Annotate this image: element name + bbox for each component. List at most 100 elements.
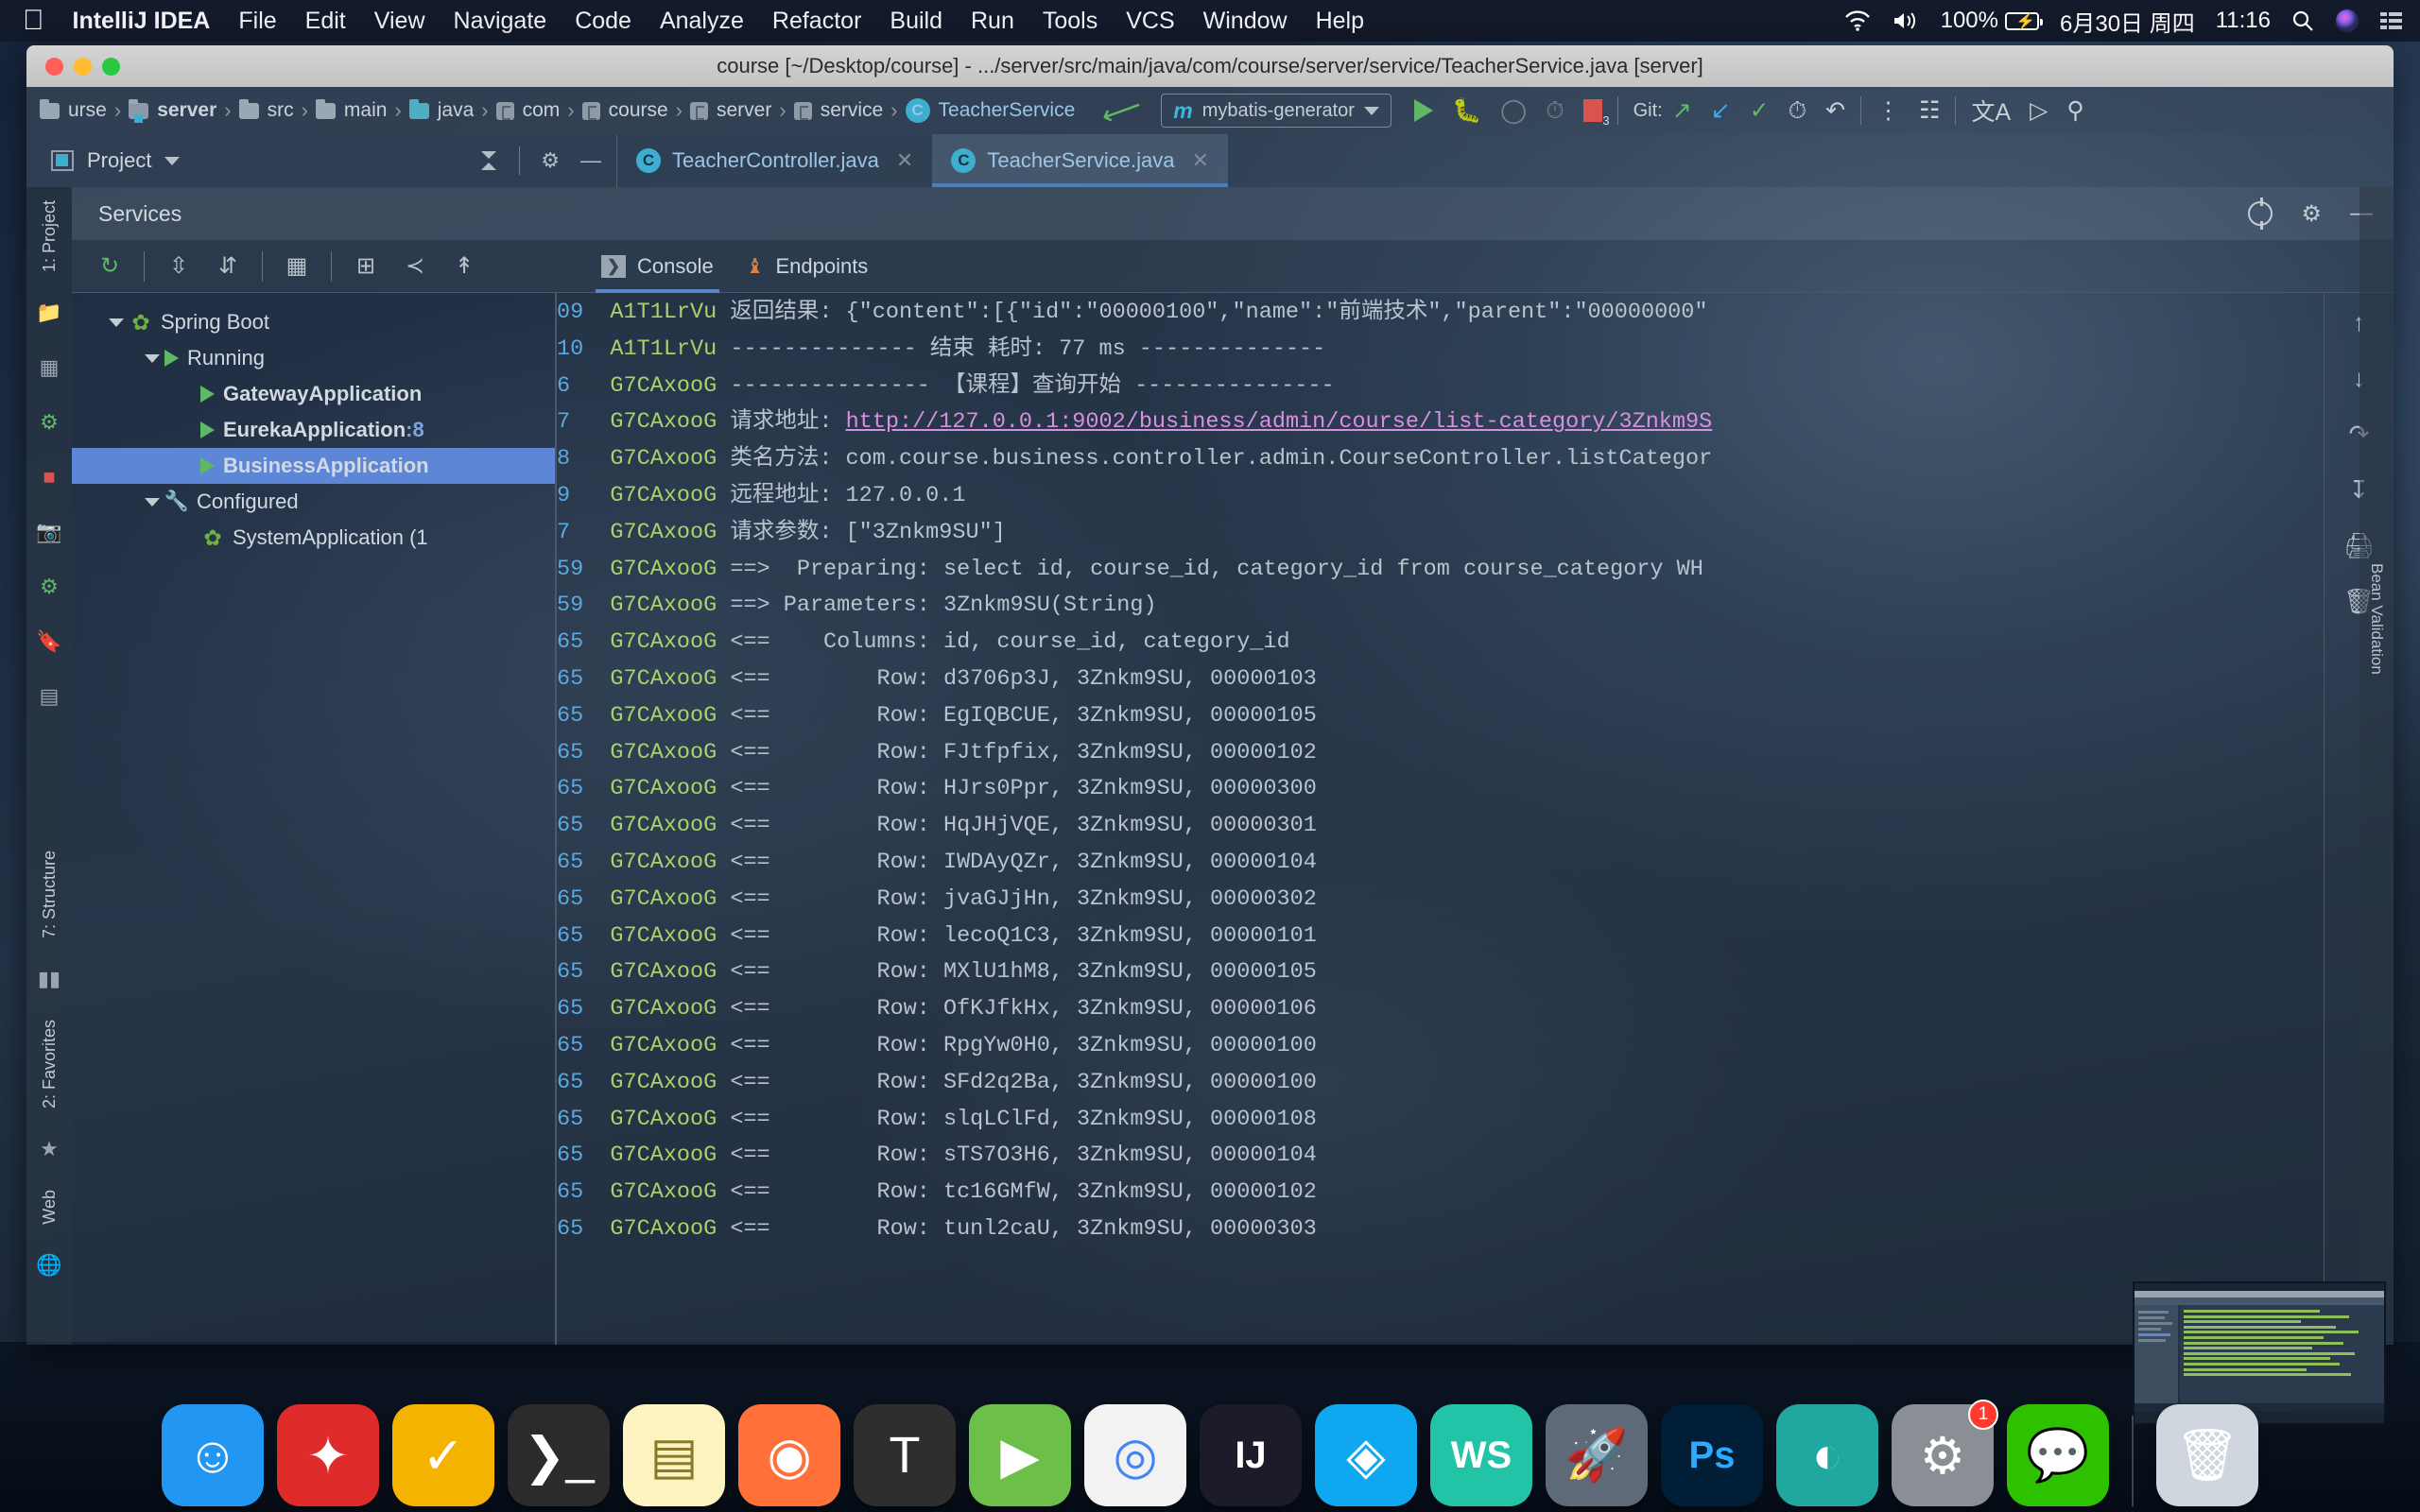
sidebar-item-web[interactable]: Web — [40, 1177, 60, 1238]
wifi-icon[interactable] — [1844, 10, 1871, 31]
sidebar-item-bean-validation[interactable]: Bean Validation — [2367, 546, 2386, 692]
camera-icon[interactable]: 📷 — [36, 520, 61, 544]
tree-node-business-application[interactable]: BusinessApplication — [72, 448, 555, 484]
console-link[interactable]: http://127.0.0.1:9002/business/admin/cou… — [846, 409, 1713, 435]
control-center-icon[interactable] — [2380, 11, 2403, 30]
apple-logo-icon[interactable]:  — [23, 7, 44, 35]
menu-item-help[interactable]: Help — [1316, 8, 1364, 35]
menu-item-file[interactable]: File — [238, 8, 276, 35]
dock-icon-notes[interactable]: ▤ — [623, 1404, 725, 1506]
menu-item-window[interactable]: Window — [1203, 8, 1288, 35]
menu-item-intellij-idea[interactable]: IntelliJ IDEA — [73, 8, 211, 35]
dock-icon-fuwari[interactable]: ◐ — [1776, 1404, 1878, 1506]
breadcrumb-com[interactable]: com — [491, 99, 566, 122]
breadcrumb-main[interactable]: main — [310, 98, 393, 122]
run-with-coverage-button[interactable]: ◯ — [1500, 96, 1527, 125]
menu-item-view[interactable]: View — [374, 8, 425, 35]
siri-icon[interactable] — [2335, 9, 2360, 33]
navigate-back-icon[interactable]: ⟵ — [1098, 88, 1147, 133]
group-by-icon[interactable]: ▦ — [272, 252, 321, 280]
menu-item-refactor[interactable]: Refactor — [772, 8, 861, 35]
run-configuration-selector[interactable]: m mybatis-generator — [1161, 94, 1392, 128]
menu-item-code[interactable]: Code — [575, 8, 631, 35]
breadcrumb-course[interactable]: urse — [34, 98, 112, 122]
dock-icon-intellij-idea[interactable]: IJ — [1200, 1404, 1302, 1506]
breadcrumb-teacher-service-class[interactable]: C TeacherService — [900, 98, 1081, 123]
structure-dots-icon[interactable]: ▮▮ — [38, 967, 60, 991]
collapse-all-icon[interactable]: ⇵ — [203, 252, 252, 280]
debug-button[interactable]: 🐛 — [1452, 97, 1481, 125]
expand-twisty-icon[interactable] — [140, 353, 164, 363]
dock-icon-sketch[interactable]: ✦ — [277, 1404, 379, 1506]
dock-icon-rocket-launcher[interactable]: 🚀 — [1546, 1404, 1648, 1506]
gear-icon[interactable]: ⚙ — [2301, 200, 2322, 228]
stop-button[interactable] — [1582, 99, 1610, 128]
menu-item-navigate[interactable]: Navigate — [454, 8, 547, 35]
folder-icon[interactable]: 📁 — [36, 301, 61, 325]
dock-icon-safari[interactable]: ◈ — [1315, 1404, 1417, 1506]
gear-icon[interactable]: ⚙ — [541, 148, 560, 173]
tab-teacher-service[interactable]: C TeacherService.java ✕ — [932, 134, 1228, 187]
close-icon[interactable]: ✕ — [896, 148, 913, 173]
git-pull-icon[interactable]: ↙ — [1711, 96, 1731, 125]
search-icon[interactable] — [2291, 9, 2314, 32]
tree-node-spring-boot[interactable]: ✿ Spring Boot — [72, 304, 555, 340]
expand-twisty-icon[interactable] — [140, 497, 164, 507]
menu-item-vcs[interactable]: VCS — [1126, 8, 1174, 35]
tab-endpoints[interactable]: ♝ Endpoints — [746, 240, 869, 293]
chevron-down-icon[interactable] — [164, 156, 181, 165]
volume-icon[interactable] — [1892, 10, 1920, 31]
globe-icon[interactable]: 🌐 — [36, 1253, 61, 1278]
dock-icon-terminal[interactable]: ❯_ — [508, 1404, 610, 1506]
dock-icon-finder[interactable]: ☺ — [162, 1404, 264, 1506]
translate-icon[interactable]: 文A — [1971, 94, 2011, 128]
dock-icon-trash[interactable]: 🗑 — [2156, 1404, 2258, 1506]
menu-item-build[interactable]: Build — [890, 8, 942, 35]
git-commit-icon[interactable]: ✓ — [1750, 96, 1770, 125]
tree-node-configured[interactable]: 🔧 Configured — [72, 484, 555, 520]
breadcrumb-server-pkg[interactable]: server — [684, 99, 777, 122]
git-history-icon[interactable]: ⏱ — [1789, 97, 1807, 125]
share-icon[interactable]: ≺ — [390, 252, 440, 280]
modules-icon[interactable]: ▤ — [40, 684, 60, 709]
stop-icon[interactable]: ■ — [43, 465, 55, 490]
sidebar-item-structure[interactable]: 7: Structure — [40, 837, 60, 952]
dock-icon-webstorm[interactable]: WS — [1430, 1404, 1532, 1506]
project-structure-icon[interactable]: ☷ — [1919, 96, 1940, 125]
menu-item-analyze[interactable]: Analyze — [660, 8, 744, 35]
run-button[interactable] — [1413, 99, 1433, 122]
dock-icon-chrome[interactable]: ◎ — [1084, 1404, 1186, 1506]
dock-icon-system-preferences[interactable]: ⚙ 1 — [1892, 1400, 1998, 1506]
tree-node-running[interactable]: Running — [72, 340, 555, 376]
dock-icon-photoshop[interactable]: Ps — [1661, 1404, 1763, 1506]
breadcrumb-course-pkg[interactable]: course — [577, 99, 674, 122]
search-everywhere-icon[interactable]: ⚲ — [2066, 96, 2083, 125]
maximize-button[interactable] — [102, 58, 120, 76]
menu-item-edit[interactable]: Edit — [305, 8, 346, 35]
dock-icon-wechat[interactable]: 💬 — [2007, 1404, 2109, 1506]
git-push-icon[interactable]: ↗ — [1672, 96, 1692, 125]
breadcrumb-service-pkg[interactable]: service — [788, 99, 890, 122]
dock-icon-video-player[interactable]: ▶ — [969, 1404, 1071, 1506]
tab-console[interactable]: ❯ Console — [596, 240, 719, 293]
grid-icon[interactable]: ▦ — [40, 355, 60, 380]
sidebar-item-favorites[interactable]: 2: Favorites — [40, 1006, 60, 1122]
tree-node-eureka-application[interactable]: EurekaApplication :8 — [72, 412, 555, 448]
target-icon[interactable] — [2248, 198, 2273, 230]
tab-teacher-controller[interactable]: C TeacherController.java ✕ — [617, 134, 932, 187]
branch-icon[interactable]: ↟ — [440, 252, 489, 280]
dock-icon-notion[interactable]: ✓ — [392, 1404, 494, 1506]
close-button[interactable] — [45, 58, 63, 76]
minimize-button[interactable] — [74, 58, 92, 76]
add-service-icon[interactable]: ⊞ — [341, 252, 390, 280]
breadcrumb-src[interactable]: src — [233, 98, 300, 122]
run-anything-icon[interactable]: ▷ — [2030, 96, 2048, 125]
rerun-icon[interactable]: ↻ — [85, 252, 134, 280]
expand-twisty-icon[interactable] — [104, 318, 129, 327]
hide-icon[interactable]: — — [580, 148, 601, 173]
battery-status[interactable]: 100% ⚡ — [1941, 8, 2043, 34]
tree-node-system-application[interactable]: ✿ SystemApplication (1 — [72, 520, 555, 556]
close-icon[interactable]: ✕ — [1191, 148, 1208, 173]
menu-item-tools[interactable]: Tools — [1043, 8, 1098, 35]
console-output[interactable]: 09 A1T1LrVu 返回结果: {"content":[{"id":"000… — [556, 293, 2324, 1345]
